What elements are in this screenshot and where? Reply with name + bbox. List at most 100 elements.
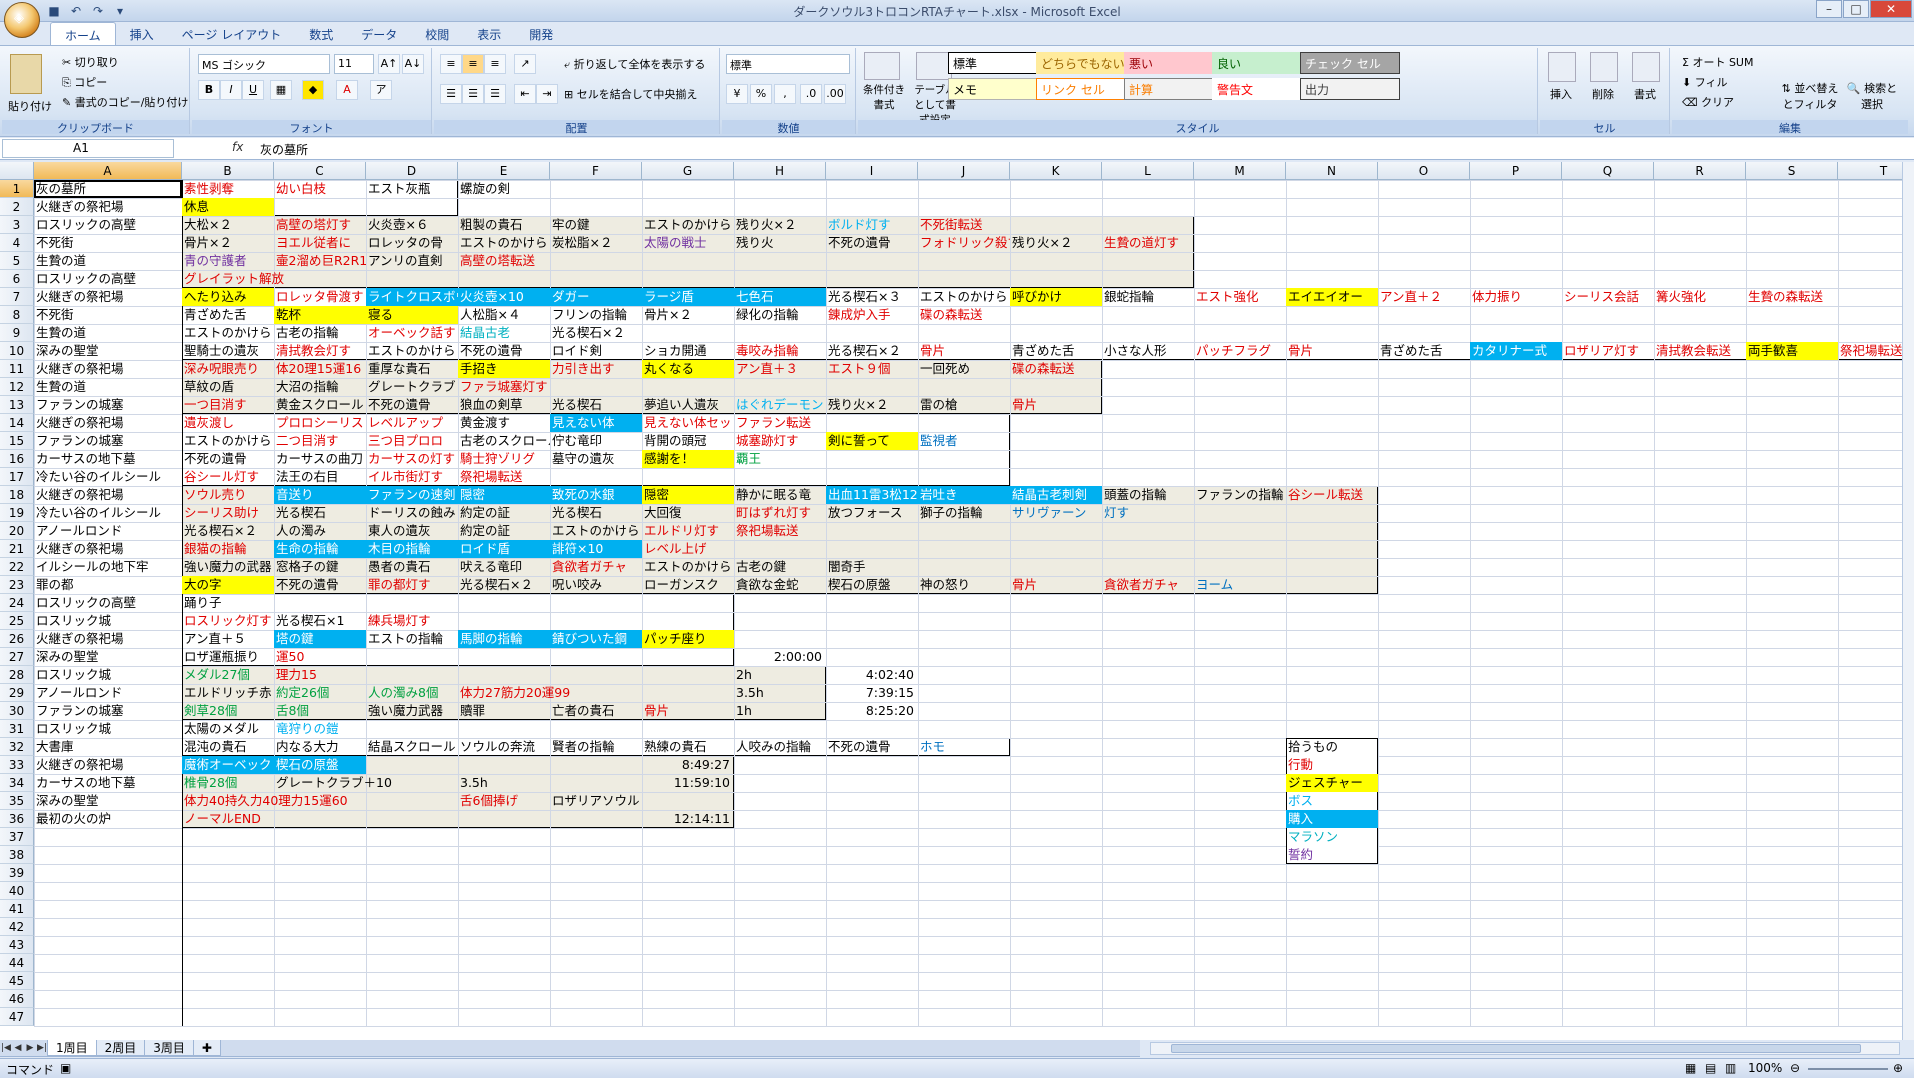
horizontal-scrollbar[interactable] <box>1150 1042 1900 1055</box>
select-all-corner[interactable] <box>0 162 34 180</box>
cell[interactable]: カタリナー式 <box>1470 342 1562 360</box>
row-header[interactable]: 25 <box>0 612 34 630</box>
align-left-icon[interactable]: ☰ <box>440 84 462 104</box>
orientation-icon[interactable]: ↗ <box>514 54 536 74</box>
maximize-icon[interactable]: □ <box>1843 0 1869 18</box>
row-header[interactable]: 5 <box>0 252 34 270</box>
cell[interactable]: ロイド盾 <box>458 540 550 558</box>
cell[interactable]: ソウル売り <box>182 486 274 504</box>
cell[interactable]: アンリの直剣 <box>366 252 458 270</box>
row-header[interactable]: 43 <box>0 936 34 954</box>
cell[interactable]: 混沌の貴石 <box>182 738 274 756</box>
cell[interactable]: 螺旋の剣 <box>458 180 826 198</box>
legend-item[interactable]: 行動 <box>1286 756 1378 774</box>
cell[interactable]: 生贄の道 <box>34 324 182 342</box>
cell[interactable]: 寝る <box>366 306 458 324</box>
cell[interactable]: 人の濁み8個 <box>366 684 458 702</box>
cell[interactable]: 残り火 <box>734 234 826 252</box>
cell[interactable]: 古老の鍵 <box>734 558 826 576</box>
cell[interactable]: 火炎壺×10 <box>458 288 550 306</box>
cell[interactable]: 不死の遺骨 <box>826 234 918 252</box>
cell[interactable]: ロザリア灯す <box>1562 342 1654 360</box>
legend-item[interactable]: 拾うもの <box>1286 738 1378 756</box>
cell-style-5[interactable]: メモ <box>948 78 1048 100</box>
cell[interactable]: エスト強化 <box>1194 288 1286 306</box>
column-header[interactable]: N <box>1286 162 1378 180</box>
cell[interactable]: 11:59:10 <box>642 774 734 792</box>
cell[interactable]: 残り火×２ <box>1010 234 1102 252</box>
cell[interactable]: 約定の証 <box>458 522 550 540</box>
cell[interactable]: カーサスの灯す <box>366 450 458 468</box>
cell[interactable]: 塔の鍵 <box>274 630 366 648</box>
page-layout-view-icon[interactable]: ▤ <box>1705 1061 1716 1075</box>
cell[interactable]: 骨片×２ <box>642 306 734 324</box>
cell[interactable]: パッチ座り <box>642 630 734 648</box>
cell[interactable]: 光る楔石×２ <box>826 342 918 360</box>
cell-style-8[interactable]: 警告文 <box>1212 78 1312 100</box>
row-header[interactable]: 3 <box>0 216 34 234</box>
zoom-out-icon[interactable]: ⊖ <box>1790 1061 1800 1075</box>
cell[interactable]: 重厚な貴石 <box>366 360 458 378</box>
number-format-select[interactable]: 標準 <box>726 54 850 74</box>
cell[interactable]: 火継ぎの祭祀場 <box>34 540 182 558</box>
cell[interactable]: アン直＋３ <box>734 360 826 378</box>
cell[interactable]: 練兵場灯す <box>366 612 734 630</box>
page-break-view-icon[interactable]: ▥ <box>1725 1061 1736 1075</box>
cell[interactable]: 光る楔石×３ <box>826 288 918 306</box>
cell[interactable]: 岩吐き <box>918 486 1010 504</box>
cell[interactable]: ロザリアソウル <box>550 792 918 810</box>
cell[interactable]: 誹符×10 <box>550 540 642 558</box>
cell[interactable]: 8:49:27 <box>642 756 734 774</box>
sheet-tab-1[interactable]: 1周目 <box>47 1040 97 1056</box>
tab-insert[interactable]: 挿入 <box>116 22 168 45</box>
formula-input[interactable]: 灰の墓所 <box>260 141 308 158</box>
cell[interactable]: 古老の指輪 <box>274 324 366 342</box>
cell[interactable]: 貪欲者ガチャ <box>1102 576 1194 594</box>
row-header[interactable]: 34 <box>0 774 34 792</box>
cell[interactable]: 祭祀場転送 <box>458 468 826 486</box>
cell[interactable]: 約定の証 <box>458 504 550 522</box>
cell[interactable]: 錬成炉入手 <box>826 306 918 324</box>
row-header[interactable]: 45 <box>0 972 34 990</box>
copy-button[interactable]: ⎘ コピー <box>62 74 107 90</box>
cell[interactable]: エストのかけら <box>918 288 1010 306</box>
cell[interactable]: 谷シール灯す <box>182 468 274 486</box>
macro-record-icon[interactable]: ▣ <box>60 1061 71 1075</box>
cell[interactable]: 篝火強化 <box>1654 288 1746 306</box>
cell[interactable]: サリヴァーン <box>1010 504 1102 522</box>
cell[interactable]: 監視者 <box>918 432 1286 450</box>
cell[interactable]: ホモ <box>918 738 1286 756</box>
row-header[interactable]: 11 <box>0 360 34 378</box>
cell[interactable]: 獅子の指輪 <box>918 504 1010 522</box>
cell[interactable]: フォドリック殺す <box>918 234 1010 252</box>
cell[interactable]: 丸くなる <box>642 360 734 378</box>
cell[interactable]: ファランの城塞 <box>34 432 182 450</box>
cell[interactable]: 生贄の道 <box>34 378 182 396</box>
cell[interactable]: 感謝を！ <box>642 450 734 468</box>
cell-style-3[interactable]: 良い <box>1212 52 1312 74</box>
row-header[interactable]: 18 <box>0 486 34 504</box>
cell[interactable]: 光る楔石×２ <box>458 576 550 594</box>
cell[interactable]: 骨片 <box>1010 396 1378 414</box>
paste-icon[interactable] <box>10 54 42 94</box>
underline-icon[interactable]: U <box>242 80 264 100</box>
cell[interactable]: カーサスの曲刀 <box>274 450 366 468</box>
cell[interactable]: 吠える竜印 <box>458 558 550 576</box>
cell[interactable]: 残り火×２ <box>734 216 826 234</box>
cell[interactable]: 罪の都 <box>34 576 182 594</box>
cell[interactable]: 骨片 <box>642 702 734 720</box>
row-header[interactable]: 38 <box>0 846 34 864</box>
cell[interactable]: 古老のスクロール <box>458 432 550 450</box>
merge-center-button[interactable]: ⊞ セルを結合して中央揃え <box>564 86 697 102</box>
cell[interactable]: パッチフラグ <box>1194 342 1286 360</box>
cell-style-6[interactable]: リンク セル <box>1036 78 1136 100</box>
cell[interactable]: 高壁の塔転送 <box>458 252 826 270</box>
cell[interactable]: 火継ぎの祭祀場 <box>34 630 182 648</box>
cell[interactable]: 清拭教会灯す <box>274 342 366 360</box>
cut-button[interactable]: ✂ 切り取り <box>62 54 119 70</box>
row-header[interactable]: 27 <box>0 648 34 666</box>
cell[interactable]: フリンの指輪 <box>550 306 642 324</box>
cell[interactable]: ヨエル従者に <box>274 234 366 252</box>
cell[interactable]: 不死の遺骨 <box>274 576 366 594</box>
decrease-indent-icon[interactable]: ⇤ <box>514 84 536 104</box>
